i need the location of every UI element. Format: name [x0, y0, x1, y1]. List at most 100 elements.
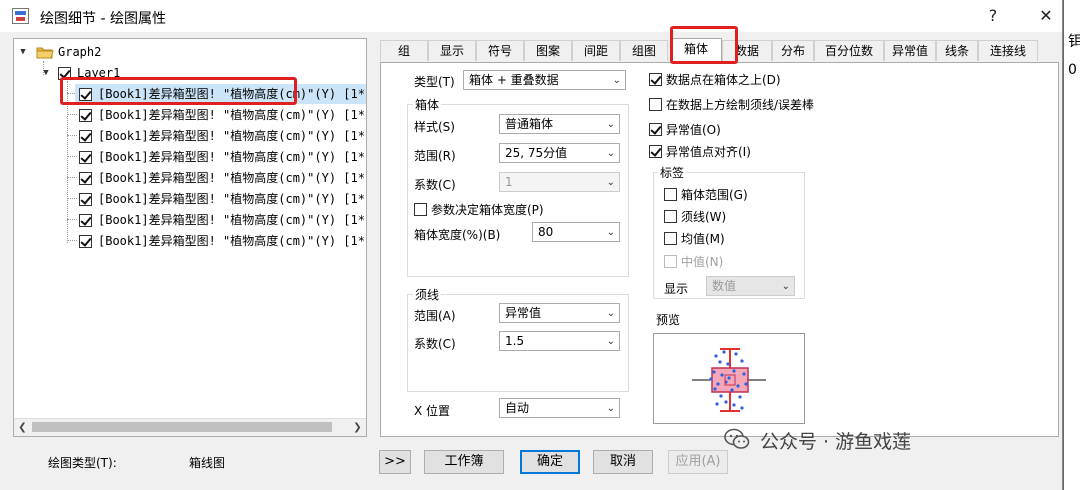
tree-item-label: [Book1]差异箱型图! "植物高度(cm)"(Y) [1*: [98, 87, 365, 101]
tab-group[interactable]: 组: [380, 40, 428, 61]
tree-item[interactable]: [Book1]差异箱型图! "植物高度(cm)"(Y) [1*: [75, 84, 366, 104]
chevron-down-icon[interactable]: ▼: [18, 47, 28, 57]
chevron-down-icon: ⌄: [606, 227, 615, 238]
checkbox-box[interactable]: [664, 188, 677, 201]
display-select[interactable]: 数值 ⌄: [706, 276, 795, 296]
tree-item-label: [Book1]差异箱型图! "植物高度(cm)"(Y) [1*: [98, 150, 365, 164]
tab-box[interactable]: 箱体: [670, 38, 722, 63]
whisker-above-checkbox[interactable]: 在数据上方绘制须线/误差棒: [649, 96, 814, 113]
checkbox-box[interactable]: [649, 123, 662, 136]
layer-checkbox[interactable]: [58, 67, 71, 80]
tab-subplot[interactable]: 组图: [620, 40, 668, 61]
plot-checkbox[interactable]: [79, 214, 92, 227]
plot-type-value: 箱线图: [189, 456, 226, 470]
checkbox-box[interactable]: [664, 210, 677, 223]
tree-horizontal-scrollbar[interactable]: ❮ ❯: [14, 418, 366, 436]
chevron-down-icon: ⌄: [606, 403, 615, 414]
whisker-group-title: 须线: [413, 286, 442, 303]
tab-percentile[interactable]: 百分位数: [814, 40, 884, 61]
tree-item-label: [Book1]差异箱型图! "植物高度(cm)"(Y) [1*: [98, 171, 365, 185]
watermark-text: 公众号 · 游鱼戏莲: [760, 431, 912, 453]
param-width-checkbox[interactable]: 参数决定箱体宽度(P): [414, 201, 544, 218]
checkbox-box[interactable]: [649, 73, 662, 86]
checkbox-box[interactable]: [664, 255, 677, 268]
more-button[interactable]: >>: [379, 450, 411, 474]
mean-label: 均值(M): [681, 232, 725, 246]
outliers-checkbox[interactable]: 异常值(O): [649, 121, 721, 138]
xpos-select-value: 自动: [505, 401, 530, 415]
checkbox-box[interactable]: [649, 98, 662, 111]
plot-checkbox[interactable]: [79, 172, 92, 185]
tab-outliers[interactable]: 异常值: [884, 40, 936, 61]
plot-checkbox[interactable]: [79, 109, 92, 122]
tab-symbol[interactable]: 符号: [476, 40, 524, 61]
whisker-coef-select[interactable]: 1.5 ⌄: [499, 331, 620, 351]
scrollbar-thumb[interactable]: [32, 422, 332, 432]
help-button[interactable]: ?: [978, 4, 1008, 28]
tab-data[interactable]: 数据: [722, 40, 772, 61]
xpos-label: X 位置: [414, 404, 451, 418]
edge-text-second: 0: [1068, 62, 1077, 78]
style-select[interactable]: 普通箱体 ⌄: [499, 114, 620, 134]
tree-root-label: Graph2: [58, 45, 102, 59]
median-checkbox[interactable]: 中值(N): [664, 253, 723, 270]
chevron-down-icon: ⌄: [606, 119, 615, 130]
ok-button[interactable]: 确定: [520, 450, 580, 474]
outliers-label: 异常值(O): [666, 123, 721, 137]
cancel-button[interactable]: 取消: [593, 450, 653, 474]
scroll-right-icon[interactable]: ❯: [349, 419, 366, 436]
range-select[interactable]: 25, 75分值 ⌄: [499, 143, 620, 163]
plot-tree-panel[interactable]: ▼ Graph2 ▼ Layer1 [Book1]差异箱型图! "植物高度(cm…: [13, 38, 367, 437]
range-select-value: 25, 75分值: [505, 146, 568, 160]
scroll-left-icon[interactable]: ❮: [14, 419, 31, 436]
tab-connect-line[interactable]: 连接线: [978, 40, 1038, 61]
above-box-checkbox[interactable]: 数据点在箱体之上(D): [649, 71, 781, 88]
checkbox-box[interactable]: [414, 203, 427, 216]
checkbox-box[interactable]: [664, 232, 677, 245]
preview-box: [653, 333, 805, 424]
whisker-label-checkbox[interactable]: 须线(W): [664, 208, 726, 225]
plot-checkbox[interactable]: [79, 130, 92, 143]
type-select-value: 箱体 + 重叠数据: [469, 73, 559, 87]
workbook-button[interactable]: 工作簿: [424, 450, 504, 474]
tab-distribution[interactable]: 分布: [772, 40, 814, 61]
plot-checkbox[interactable]: [79, 88, 92, 101]
coef-select[interactable]: 1 ⌄: [499, 172, 620, 192]
align-outliers-checkbox[interactable]: 异常值点对齐(I): [649, 143, 751, 160]
boxplot-preview: [692, 348, 766, 412]
xpos-select[interactable]: 自动 ⌄: [499, 398, 620, 418]
tab-display[interactable]: 显示: [428, 40, 476, 61]
box-group-title: 箱体: [413, 96, 442, 113]
chevron-down-icon: ⌄: [606, 308, 615, 319]
plot-checkbox[interactable]: [79, 235, 92, 248]
width-select[interactable]: 80 ⌄: [532, 222, 620, 242]
plot-checkbox[interactable]: [79, 193, 92, 206]
width-select-value: 80: [538, 225, 554, 239]
apply-button[interactable]: 应用(A): [668, 450, 728, 474]
whisker-range-label: 范围(A): [414, 309, 456, 323]
folder-icon: [36, 47, 54, 59]
chevron-down-icon[interactable]: ▼: [41, 68, 51, 78]
param-width-label: 参数决定箱体宽度(P): [431, 203, 544, 217]
checkbox-box[interactable]: [649, 145, 662, 158]
type-select[interactable]: 箱体 + 重叠数据 ⌄: [463, 70, 626, 90]
preview-label: 预览: [656, 313, 681, 327]
box-range-checkbox[interactable]: 箱体范围(G): [664, 186, 748, 203]
chevron-down-icon: ⌄: [606, 177, 615, 188]
display-select-value: 数值: [712, 279, 737, 293]
background-window-edge: 铒 0: [1063, 0, 1080, 490]
whisker-range-value: 异常值: [505, 306, 542, 320]
chevron-down-icon: ⌄: [781, 281, 790, 292]
width-label: 箱体宽度(%)(B): [414, 228, 501, 242]
wechat-icon: [724, 428, 750, 449]
close-button[interactable]: ✕: [1031, 4, 1061, 28]
mean-checkbox[interactable]: 均值(M): [664, 230, 725, 247]
tab-pattern[interactable]: 图案: [524, 40, 572, 61]
tab-lines[interactable]: 线条: [936, 40, 978, 61]
tab-spacing[interactable]: 间距: [572, 40, 620, 61]
tree-item-label: [Book1]差异箱型图! "植物高度(cm)"(Y) [1*: [98, 129, 365, 143]
plot-checkbox[interactable]: [79, 151, 92, 164]
whisker-range-select[interactable]: 异常值 ⌄: [499, 303, 620, 323]
coef-select-value: 1: [505, 175, 513, 189]
whisker-above-label: 在数据上方绘制须线/误差棒: [666, 98, 815, 112]
